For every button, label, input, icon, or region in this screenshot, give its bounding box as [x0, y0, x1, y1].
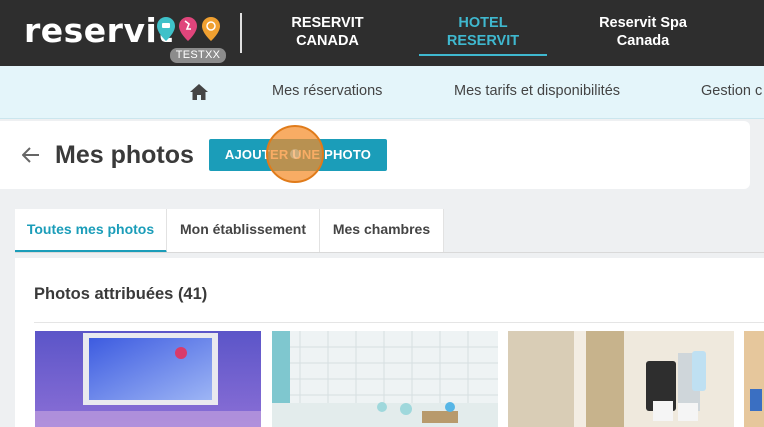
hotel-tab-line1: Reservit Spa: [599, 15, 687, 31]
page-header-card: Mes photos AJOUTER UNE PHOTO: [0, 121, 750, 189]
photos-panel: Photos attribuées (41): [15, 258, 764, 427]
section-divider: [34, 322, 764, 323]
hotel-tab-line1: RESERVIT: [291, 15, 364, 31]
hotel-tab-line2: CANADA: [296, 33, 359, 49]
reservit-logo[interactable]: reservit: [24, 14, 174, 47]
nav-item-tarifs[interactable]: Mes tarifs et disponibilités: [454, 83, 620, 99]
nav-item-reservations[interactable]: Mes réservations: [272, 83, 382, 99]
tab-my-rooms[interactable]: Mes chambres: [320, 209, 444, 253]
hotel-tab-hotel-reservit[interactable]: HOTEL RESERVIT: [419, 14, 547, 56]
click-indicator: [266, 125, 324, 183]
tab-my-establishment[interactable]: Mon établissement: [167, 209, 320, 253]
arrow-left-icon[interactable]: [22, 147, 40, 163]
hotel-tab-line2: RESERVIT: [446, 33, 520, 49]
page-title: Mes photos: [55, 141, 194, 169]
section-title: Photos attribuées (41): [34, 285, 208, 303]
main-nav: Mes réservations Mes tarifs et disponibi…: [0, 66, 764, 119]
coffee-corner-photo[interactable]: [508, 331, 734, 427]
spa-bathtub-photo[interactable]: [272, 331, 498, 427]
tabs-divider: [15, 252, 764, 253]
nav-item-gestion[interactable]: Gestion c: [701, 83, 762, 99]
hotel-tab-line1: HOTEL: [458, 15, 508, 31]
hotel-tab-reservit-canada[interactable]: RESERVIT CANADA: [280, 14, 375, 50]
active-tab-underline: [419, 54, 547, 56]
hotel-tab-line2: Canada: [616, 33, 670, 49]
environment-badge: TESTXX: [170, 48, 226, 63]
top-bar: reservit TESTXX RESERVIT CANADA HOTEL RE…: [0, 0, 764, 66]
room-partial-photo[interactable]: [744, 331, 764, 427]
topbar-divider: [240, 13, 242, 53]
tab-all-photos[interactable]: Toutes mes photos: [15, 209, 167, 253]
home-icon[interactable]: [190, 84, 208, 100]
room-painting-photo[interactable]: [35, 331, 261, 427]
logo-pins-icon: [157, 17, 220, 41]
hotel-tab-reservit-spa-canada[interactable]: Reservit Spa Canada: [588, 14, 698, 50]
